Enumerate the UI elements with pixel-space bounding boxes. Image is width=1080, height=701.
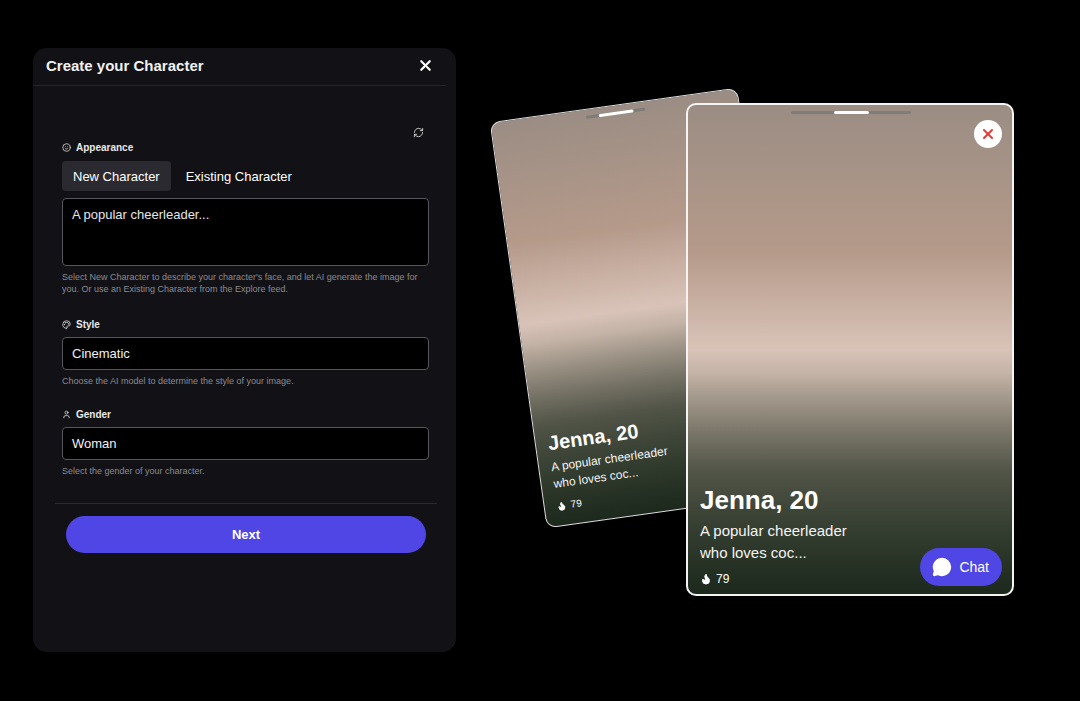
character-card[interactable]: Jenna, 20 A popular cheerleaderwho loves …	[686, 103, 1014, 596]
style-field[interactable]: Cinematic	[62, 337, 429, 370]
face-icon	[62, 143, 71, 152]
refresh-icon	[413, 127, 424, 138]
card-stack: Jenna, 20 A popular cheerleaderwho loves …	[505, 48, 1065, 648]
appearance-tabs: New CharacterExisting Character	[62, 161, 429, 191]
chat-bubble-icon	[932, 557, 952, 577]
close-icon	[980, 126, 996, 142]
appearance-tab[interactable]: New Character	[62, 161, 171, 191]
card-name: Jenna, 20	[700, 485, 847, 516]
close-button[interactable]	[417, 57, 434, 74]
appearance-label: Appearance	[62, 142, 429, 153]
card-handle	[586, 108, 646, 119]
card-likes: 79	[700, 572, 847, 586]
flame-icon	[556, 500, 567, 511]
appearance-tab[interactable]: Existing Character	[175, 161, 303, 191]
flame-icon	[700, 573, 712, 585]
chat-button[interactable]: Chat	[920, 548, 1002, 586]
gender-label: Gender	[62, 409, 429, 420]
gender-help: Select the gender of your character.	[62, 465, 429, 477]
create-character-panel: Create your Character Appearance New Chara…	[33, 48, 456, 652]
panel-title: Create your Character	[46, 57, 204, 74]
person-icon	[62, 410, 71, 419]
style-label: Style	[62, 319, 429, 330]
appearance-help: Select New Character to describe your ch…	[62, 271, 429, 295]
divider	[55, 503, 437, 504]
page: Create your Character Appearance New Chara…	[0, 0, 1080, 701]
close-icon	[417, 57, 434, 74]
card-description: A popular cheerleader	[700, 520, 847, 542]
appearance-textarea[interactable]: A popular cheerleader...	[62, 198, 429, 266]
card-close-button[interactable]	[974, 120, 1002, 148]
gender-field[interactable]: Woman	[62, 427, 429, 460]
refresh-button[interactable]	[413, 122, 424, 142]
palette-icon	[62, 320, 71, 329]
next-button[interactable]: Next	[66, 516, 426, 553]
style-help: Choose the AI model to determine the sty…	[62, 375, 429, 387]
panel-header: Create your Character	[33, 48, 446, 86]
card-description: who loves coc...	[700, 542, 847, 564]
card-handle	[791, 111, 911, 114]
